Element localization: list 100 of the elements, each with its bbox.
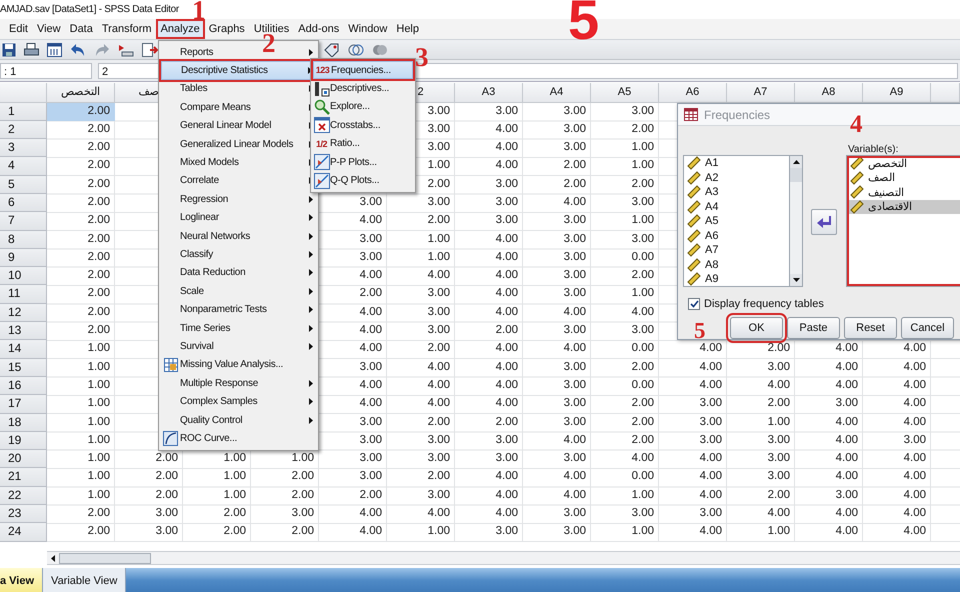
table-cell[interactable]: 2.00 (387, 414, 455, 432)
table-cell[interactable]: 4.00 (795, 450, 863, 468)
table-cell[interactable]: 4.00 (319, 505, 387, 524)
table-cell[interactable]: 4.00 (319, 304, 387, 322)
table-cell[interactable]: 3.00 (863, 432, 931, 450)
move-button[interactable] (811, 209, 838, 235)
table-cell[interactable]: 1.00 (47, 450, 115, 468)
table-cell[interactable]: 2.00 (727, 340, 795, 359)
table-cell[interactable]: 4.00 (523, 432, 591, 450)
table-cell[interactable]: 1.00 (387, 248, 455, 268)
table-cell[interactable]: 3.00 (659, 395, 727, 414)
view-tab[interactable]: a View (0, 568, 44, 592)
table-cell[interactable]: 3.00 (387, 432, 455, 450)
variable-list[interactable]: التخصص الصف التصنيف الاقتصادى (846, 155, 960, 287)
table-cell[interactable]: 2.00 (251, 468, 319, 487)
table-cell[interactable]: 3.00 (523, 395, 591, 414)
table-cell[interactable]: 1.00 (47, 486, 115, 506)
table-cell[interactable]: 3.00 (523, 102, 591, 121)
menu-item[interactable]: Graphs (206, 21, 248, 37)
list-item[interactable]: A9 (684, 272, 790, 286)
table-cell[interactable]: 4.00 (863, 468, 931, 487)
table-cell[interactable]: 3.00 (319, 194, 387, 212)
column-header[interactable]: A5 (591, 83, 659, 102)
table-cell[interactable]: 1.00 (251, 450, 319, 468)
table-cell[interactable]: 2.00 (591, 176, 659, 194)
table-cell[interactable]: 4.00 (455, 358, 523, 377)
table-cell[interactable]: 4.00 (387, 395, 455, 414)
row-header[interactable]: 10 (0, 267, 47, 286)
menu-item[interactable]: Analyze (158, 21, 203, 37)
row-header[interactable]: 1 (0, 102, 47, 121)
menu-item[interactable]: Data Reduction (161, 264, 316, 282)
table-cell[interactable]: 2.00 (47, 157, 115, 176)
table-cell[interactable]: 0.00 (591, 340, 659, 359)
dialog-button[interactable]: Reset (844, 317, 897, 339)
table-cell[interactable]: 4.00 (863, 358, 931, 377)
table-cell[interactable]: 2.00 (455, 322, 523, 340)
table-cell[interactable]: 4.00 (455, 486, 523, 506)
table-cell[interactable]: 4.00 (319, 212, 387, 231)
table-cell[interactable]: 2.00 (47, 102, 115, 121)
table-cell[interactable]: 4.00 (795, 340, 863, 359)
table-cell[interactable]: 3.00 (523, 358, 591, 377)
list-item[interactable]: A6 (684, 228, 790, 243)
table-cell[interactable]: 3.00 (523, 414, 591, 432)
row-header[interactable]: 11 (0, 285, 47, 304)
menu-item[interactable]: Loglinear (161, 208, 316, 227)
table-cell[interactable]: 3.00 (659, 505, 727, 524)
dialog-button[interactable]: Paste (787, 317, 840, 339)
table-cell[interactable]: 3.00 (387, 194, 455, 212)
scroll-up-button[interactable] (790, 156, 802, 168)
menu-item[interactable]: Classify (161, 245, 316, 264)
menu-item[interactable]: Q-Q Plots... (313, 171, 413, 190)
checkbox[interactable] (688, 298, 700, 310)
table-cell[interactable]: 4.00 (319, 322, 387, 340)
list-item[interactable]: A8 (684, 258, 790, 272)
menu-item[interactable]: Neural Networks (161, 226, 316, 246)
table-cell[interactable]: 3.00 (523, 230, 591, 249)
table-cell[interactable]: 3.00 (319, 248, 387, 268)
table-cell[interactable]: 4.00 (659, 340, 727, 359)
undo-icon[interactable] (70, 42, 86, 56)
table-cell[interactable]: 4.00 (523, 304, 591, 322)
table-cell[interactable]: 1.00 (183, 486, 251, 506)
table-cell[interactable]: 4.00 (863, 450, 931, 468)
menu-item[interactable]: Help (393, 21, 422, 37)
table-cell[interactable]: 2.00 (591, 358, 659, 377)
table-cell[interactable]: 3.00 (523, 450, 591, 468)
table-cell[interactable]: 3.00 (727, 358, 795, 377)
table-cell[interactable]: 2.00 (591, 395, 659, 414)
table-cell[interactable]: 1.00 (47, 432, 115, 450)
table-cell[interactable]: 1.00 (591, 212, 659, 231)
table-cell[interactable]: 1.00 (591, 157, 659, 176)
row-header[interactable]: 16 (0, 376, 47, 396)
table-cell[interactable]: 3.00 (251, 505, 319, 524)
table-cell[interactable]: 3.00 (591, 322, 659, 340)
table-cell[interactable]: 4.00 (591, 304, 659, 322)
table-cell[interactable]: 3.00 (523, 120, 591, 140)
table-cell[interactable]: 0.00 (591, 468, 659, 487)
column-header[interactable]: A9 (863, 83, 931, 102)
table-cell[interactable]: 3.00 (523, 322, 591, 340)
table-cell[interactable]: 2.00 (47, 176, 115, 194)
table-cell[interactable]: 4.00 (455, 395, 523, 414)
table-cell[interactable]: 2.00 (523, 176, 591, 194)
menu-item[interactable]: Scale (161, 282, 316, 300)
table-cell[interactable]: 2.00 (591, 414, 659, 432)
table-cell[interactable]: 2.00 (47, 267, 115, 286)
table-cell[interactable]: 2.00 (727, 395, 795, 414)
table-cell[interactable]: 4.00 (319, 340, 387, 359)
row-header[interactable]: 9 (0, 248, 47, 268)
table-cell[interactable]: 3.00 (523, 505, 591, 524)
list-item[interactable]: A7 (684, 243, 790, 258)
table-cell[interactable]: 3.00 (659, 432, 727, 450)
column-header[interactable]: A3 (455, 83, 523, 102)
row-header[interactable]: 24 (0, 523, 47, 542)
table-cell[interactable]: 3.00 (795, 486, 863, 506)
list-item[interactable]: A4 (684, 200, 790, 214)
table-cell[interactable]: 1.00 (183, 468, 251, 487)
table-cell[interactable]: 4.00 (795, 358, 863, 377)
table-cell[interactable]: 2.00 (319, 486, 387, 506)
table-cell[interactable]: 1.00 (47, 395, 115, 414)
table-cell[interactable]: 4.00 (455, 157, 523, 176)
table-cell[interactable]: 2.00 (387, 212, 455, 231)
